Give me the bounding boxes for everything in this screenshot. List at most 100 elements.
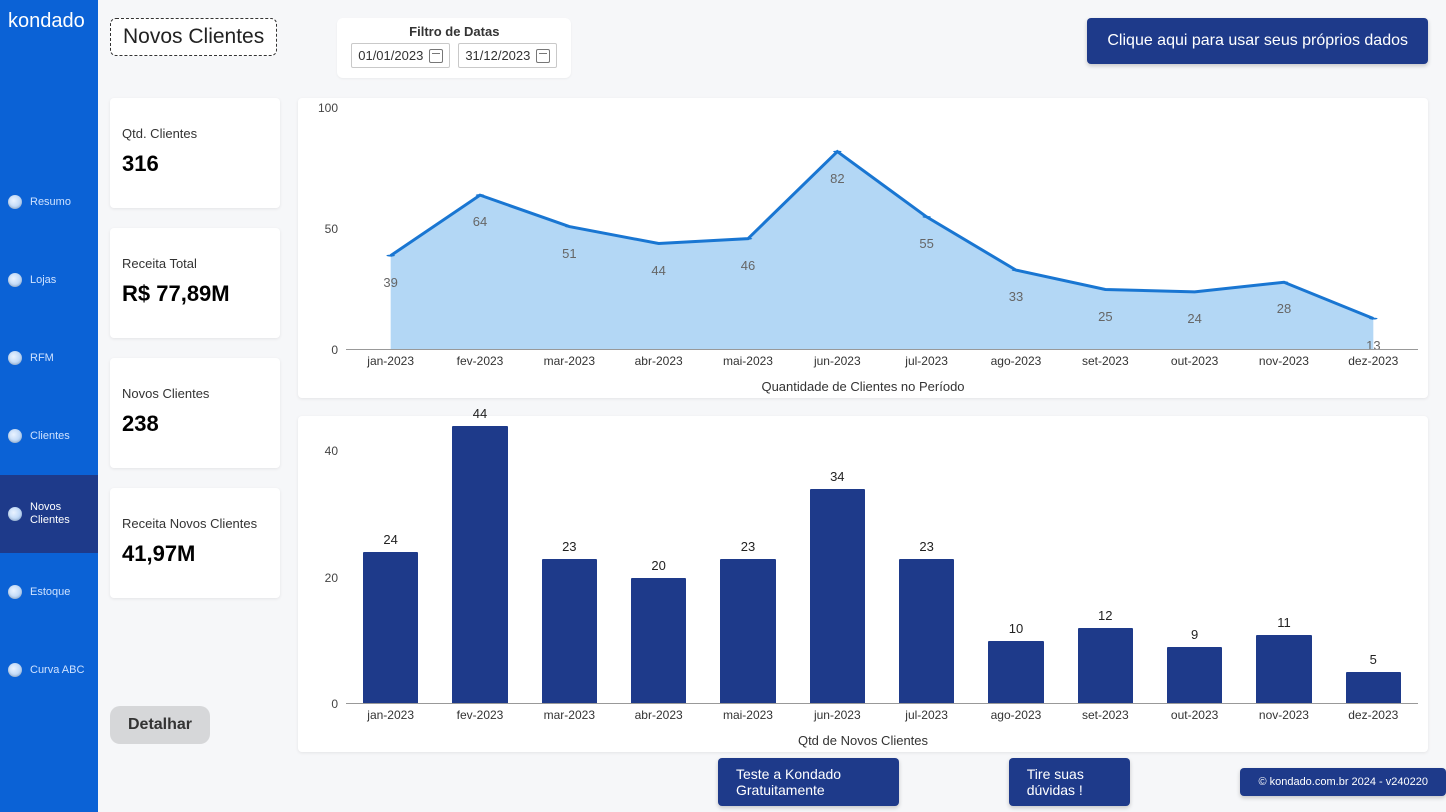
bar-slot: 5 [1329, 426, 1418, 704]
x-axis-tick: fev-2023 [435, 708, 524, 730]
x-axis-tick: fev-2023 [435, 354, 524, 376]
brand-logo: kondado [0, 0, 98, 53]
bar-chart-card: 02040 2444232023342310129115 jan-2023fev… [298, 416, 1428, 752]
use-own-data-button[interactable]: Clique aqui para usar seus próprios dado… [1087, 18, 1428, 64]
x-axis-tick: jul-2023 [882, 354, 971, 376]
teste-gratuito-button[interactable]: Teste a Kondado Gratuitamente [718, 758, 899, 806]
x-axis-tick: jun-2023 [793, 708, 882, 730]
bullet-icon [8, 429, 22, 443]
charts-column: 050100 396451444682553325242813 jan-2023… [298, 98, 1428, 752]
tire-duvidas-button[interactable]: Tire suas dúvidas ! [1009, 758, 1131, 806]
bar[interactable]: 23 [899, 559, 954, 704]
kpi-qtd-clientes: Qtd. Clientes 316 [110, 98, 280, 208]
calendar-icon [429, 49, 443, 63]
date-end-input[interactable]: 31/12/2023 [458, 43, 557, 68]
bar[interactable]: 10 [988, 641, 1043, 704]
data-label: 64 [473, 214, 487, 229]
data-label: 51 [562, 246, 576, 261]
bar[interactable]: 9 [1167, 647, 1222, 704]
x-axis-tick: mai-2023 [703, 708, 792, 730]
data-label: 44 [651, 263, 665, 278]
y-axis-tick: 40 [298, 444, 338, 458]
x-axis-tick: ago-2023 [971, 354, 1060, 376]
bullet-icon [8, 663, 22, 677]
detalhar-button[interactable]: Detalhar [110, 706, 210, 744]
y-axis-tick: 0 [298, 343, 338, 357]
page-title: Novos Clientes [110, 18, 277, 56]
sidebar-item-label: Estoque [30, 586, 70, 599]
bar-slot: 12 [1061, 426, 1150, 704]
x-axis-tick: jul-2023 [882, 708, 971, 730]
bar[interactable]: 5 [1346, 672, 1401, 704]
date-start-input[interactable]: 01/01/2023 [351, 43, 450, 68]
sidebar: kondado Resumo Lojas RFM Clientes Novos Clie… [0, 0, 98, 812]
data-label: 23 [919, 539, 933, 554]
kpi-label: Receita Novos Clientes [122, 516, 268, 531]
sidebar-item-novos-clientes[interactable]: Novos Clientes [0, 475, 98, 553]
sidebar-nav: Resumo Lojas RFM Clientes Novos Clientes Esto… [0, 163, 98, 709]
data-label: 24 [383, 532, 397, 547]
kpi-value: 316 [122, 151, 268, 177]
area-chart-card: 050100 396451444682553325242813 jan-2023… [298, 98, 1428, 398]
sidebar-item-label: Resumo [30, 196, 71, 209]
sidebar-item-label: Clientes [30, 430, 70, 443]
y-axis-tick: 20 [298, 571, 338, 585]
bar[interactable]: 23 [720, 559, 775, 704]
data-label: 44 [473, 406, 487, 421]
sidebar-item-lojas[interactable]: Lojas [0, 241, 98, 319]
bar[interactable]: 20 [631, 578, 686, 704]
kpi-receita-novos: Receita Novos Clientes 41,97M [110, 488, 280, 598]
x-axis-tick: abr-2023 [614, 708, 703, 730]
x-axis-tick: dez-2023 [1329, 354, 1418, 376]
x-axis-tick: jan-2023 [346, 708, 435, 730]
chart-title: Quantidade de Clientes no Período [298, 379, 1428, 394]
calendar-icon [536, 49, 550, 63]
sidebar-item-estoque[interactable]: Estoque [0, 553, 98, 631]
sidebar-item-resumo[interactable]: Resumo [0, 163, 98, 241]
bullet-icon [8, 195, 22, 209]
y-axis-tick: 50 [298, 222, 338, 236]
x-axis-tick: set-2023 [1061, 708, 1150, 730]
sidebar-item-curva-abc[interactable]: Curva ABC [0, 631, 98, 709]
bullet-icon [8, 507, 22, 521]
sidebar-item-clientes[interactable]: Clientes [0, 397, 98, 475]
copyright-button[interactable]: © kondado.com.br 2024 - v240220 [1240, 768, 1446, 796]
data-label: 10 [1009, 621, 1023, 636]
x-axis-tick: mar-2023 [525, 708, 614, 730]
data-label: 28 [1277, 301, 1291, 316]
bar-slot: 23 [525, 426, 614, 704]
bar-slot: 23 [703, 426, 792, 704]
bar[interactable]: 24 [363, 552, 418, 704]
bar-slot: 10 [971, 426, 1060, 704]
x-axis-tick: jan-2023 [346, 354, 435, 376]
bar-slot: 44 [435, 426, 524, 704]
bar[interactable]: 44 [452, 426, 507, 704]
sidebar-item-label: Lojas [30, 274, 56, 287]
kpi-novos-clientes: Novos Clientes 238 [110, 358, 280, 468]
sidebar-item-label: Novos Clientes [30, 501, 90, 526]
y-axis-tick: 0 [298, 697, 338, 711]
topbar: Novos Clientes Filtro de Datas 01/01/202… [110, 18, 1428, 78]
bottom-buttons: Teste a Kondado Gratuitamente Tire suas … [718, 758, 1446, 806]
date-start-value: 01/01/2023 [358, 48, 423, 63]
sidebar-item-label: Curva ABC [30, 664, 84, 677]
kpi-value: 238 [122, 411, 268, 437]
x-axis-tick: mar-2023 [525, 354, 614, 376]
data-label: 23 [562, 539, 576, 554]
data-label: 55 [919, 236, 933, 251]
bar[interactable]: 11 [1256, 635, 1311, 705]
main-content: Novos Clientes Filtro de Datas 01/01/202… [98, 0, 1446, 812]
date-end-value: 31/12/2023 [465, 48, 530, 63]
bar[interactable]: 12 [1078, 628, 1133, 704]
x-axis-tick: nov-2023 [1239, 354, 1328, 376]
data-label: 23 [741, 539, 755, 554]
sidebar-item-rfm[interactable]: RFM [0, 319, 98, 397]
kpi-label: Receita Total [122, 256, 268, 271]
data-label: 25 [1098, 309, 1112, 324]
bar[interactable]: 34 [810, 489, 865, 704]
bar-slot: 20 [614, 426, 703, 704]
bullet-icon [8, 273, 22, 287]
bar-slot: 24 [346, 426, 435, 704]
bar[interactable]: 23 [542, 559, 597, 704]
data-label: 12 [1098, 608, 1112, 623]
